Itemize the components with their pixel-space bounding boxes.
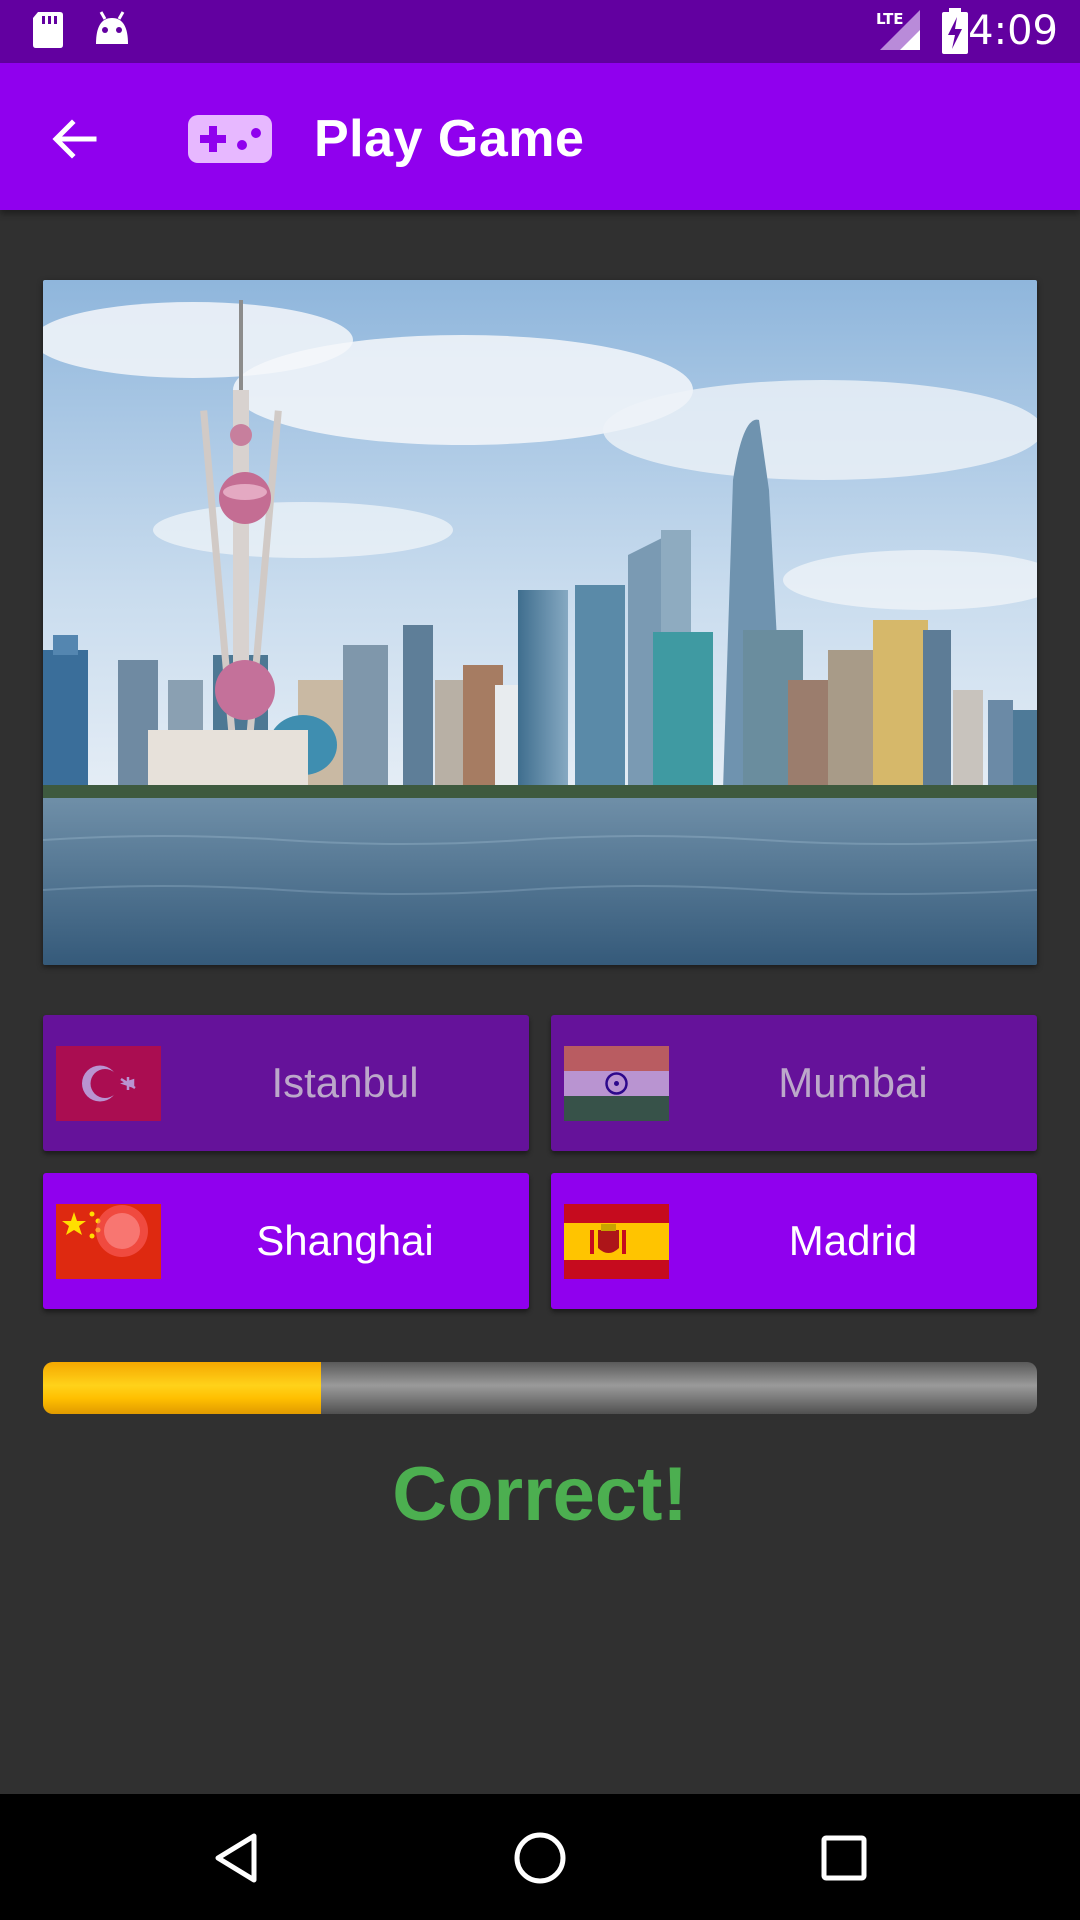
nav-recents-button[interactable] <box>808 1822 880 1894</box>
answer-button-shanghai[interactable]: Shanghai <box>43 1173 529 1309</box>
clock: 4:09 <box>968 8 1058 54</box>
nav-recents-icon <box>821 1835 867 1881</box>
svg-text:LTE: LTE <box>876 10 904 28</box>
android-icon <box>92 10 132 53</box>
answer-button-istanbul[interactable]: Istanbul <box>43 1015 529 1151</box>
status-bar: LTE 4:09 <box>0 0 1080 63</box>
back-button[interactable] <box>38 103 110 175</box>
progress-fill <box>43 1362 322 1414</box>
nav-back-icon <box>215 1833 257 1883</box>
answer-label: Mumbai <box>778 1059 928 1106</box>
turkey-flag-icon <box>56 1046 161 1121</box>
battery-charging-icon <box>940 8 970 59</box>
answer-label: Istanbul <box>271 1059 419 1106</box>
nav-home-button[interactable] <box>504 1822 576 1894</box>
gamepad-icon <box>186 111 274 167</box>
answer-button-madrid[interactable]: Madrid <box>551 1173 1037 1309</box>
answer-button-mumbai[interactable]: Mumbai <box>551 1015 1037 1151</box>
nav-home-icon <box>514 1832 566 1884</box>
nav-back-button[interactable] <box>200 1822 272 1894</box>
signal-icon: LTE <box>874 8 922 57</box>
spain-flag-icon <box>564 1204 669 1279</box>
answer-label: Madrid <box>788 1217 918 1264</box>
india-flag-icon <box>564 1046 669 1121</box>
china-flag-icon <box>56 1204 161 1279</box>
arrow-back-icon <box>52 119 97 159</box>
page-title: Play Game <box>314 110 585 168</box>
sd-card-icon <box>30 10 66 55</box>
city-skyline-photo <box>43 280 1037 965</box>
answer-label: Shanghai <box>256 1217 434 1264</box>
result-text: Correct! <box>392 1452 688 1537</box>
app-bar: Play Game <box>0 63 1080 210</box>
progress-bar <box>43 1362 1037 1414</box>
navigation-bar <box>0 1794 1080 1920</box>
